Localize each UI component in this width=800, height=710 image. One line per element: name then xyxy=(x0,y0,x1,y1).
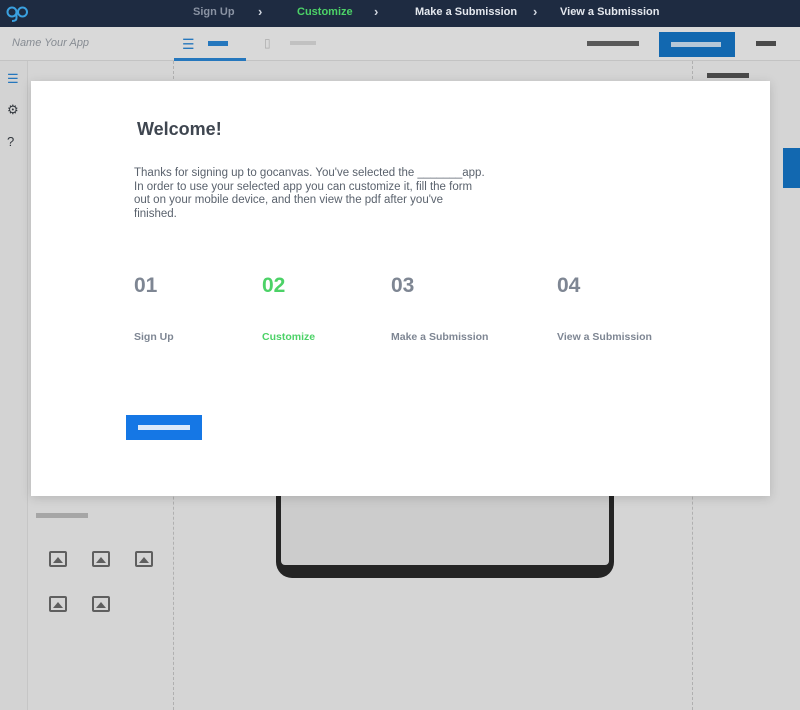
modal-title: Welcome! xyxy=(137,119,222,139)
step-customize[interactable]: Customize xyxy=(297,6,353,18)
step-label-make-submission: Make a Submission xyxy=(391,331,489,343)
step-number-02: 02 xyxy=(262,274,286,297)
step-label-view-submission: View a Submission xyxy=(557,331,652,343)
step-number-03: 03 xyxy=(391,274,415,297)
step-view-submission[interactable]: View a Submission xyxy=(560,6,659,18)
get-started-button[interactable] xyxy=(126,415,202,440)
chevron-right-icon: › xyxy=(258,4,263,19)
gocanvas-logo-icon[interactable] xyxy=(6,4,28,22)
step-make-submission[interactable]: Make a Submission xyxy=(415,6,517,18)
chevron-right-icon: › xyxy=(374,4,379,19)
modal-description: Thanks for signing up to gocanvas. You'v… xyxy=(134,167,485,220)
welcome-modal: Welcome! Thanks for signing up to gocanv… xyxy=(31,81,770,496)
step-label-sign-up: Sign Up xyxy=(134,331,174,343)
step-label-customize: Customize xyxy=(262,331,316,343)
step-sign-up[interactable]: Sign Up xyxy=(193,6,235,18)
step-number-01: 01 xyxy=(134,274,158,297)
top-navbar: Sign Up › Customize › Make a Submission … xyxy=(0,0,800,27)
chevron-right-icon: › xyxy=(533,4,538,19)
step-number-04: 04 xyxy=(557,274,581,297)
get-started-button-label xyxy=(138,425,190,430)
